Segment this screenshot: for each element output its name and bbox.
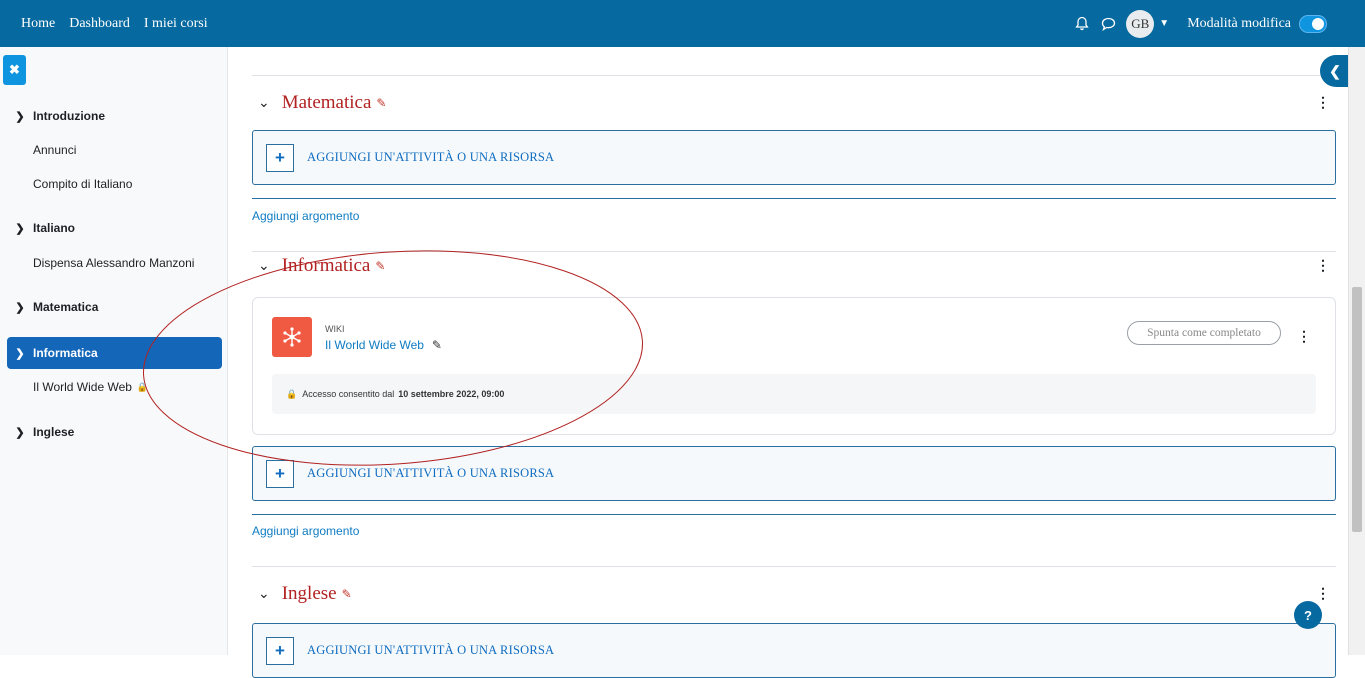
mark-complete-button[interactable]: Spunta come completato	[1127, 321, 1281, 345]
help-button[interactable]: ?	[1294, 601, 1322, 629]
access-restriction: 🔒 Accesso consentito dal 10 settembre 20…	[272, 374, 1316, 414]
add-activity-label: AGGIUNGI UN'ATTIVITÀ O UNA RISORSA	[307, 643, 555, 657]
chevron-down-icon[interactable]: ❯	[7, 426, 33, 439]
edit-mode-label: Modalità modifica	[1187, 15, 1291, 31]
question-icon: ?	[1304, 607, 1312, 623]
lock-icon: 🔒	[136, 381, 149, 392]
restriction-date: 10 settembre 2022, 09:00	[398, 389, 505, 399]
section-divider	[252, 198, 1336, 199]
drawer-section-matematica[interactable]: ❯ Matematica	[7, 291, 222, 323]
plus-icon: +	[266, 636, 294, 665]
course-content: ⌄ Matematica ✎ ⋮ + AGGIUNGI UN'ATTIVITÀ …	[228, 47, 1348, 678]
chevron-down-icon[interactable]: ⌄	[258, 258, 270, 274]
nav-home-link[interactable]: Home	[21, 16, 55, 32]
drawer-item-compito-italiano[interactable]: Compito di Italiano	[7, 168, 222, 200]
activity-card-wiki: WIKI Il World Wide Web ✎ Spunta come com…	[252, 297, 1336, 435]
chevron-left-icon: ❮	[1329, 62, 1341, 79]
page-scrollbar[interactable]	[1348, 47, 1365, 655]
course-index-drawer: ✖ ❯ Introduzione Annunci Compito di Ital…	[0, 47, 228, 655]
section-header-matematica: ⌄ Matematica ✎	[258, 92, 386, 114]
pencil-icon[interactable]: ✎	[376, 96, 386, 111]
drawer-item-label: Italiano	[33, 221, 76, 235]
pencil-icon[interactable]: ✎	[342, 587, 352, 602]
drawer-item-dispensa-manzoni[interactable]: Dispensa Alessandro Manzoni	[7, 247, 222, 279]
drawer-item-label: Matematica	[33, 300, 99, 314]
drawer-section-italiano[interactable]: ❯ Italiano	[7, 212, 222, 244]
add-activity-label: AGGIUNGI UN'ATTIVITÀ O UNA RISORSA	[307, 150, 555, 164]
open-right-drawer-button[interactable]: ❮	[1320, 55, 1350, 87]
avatar[interactable]: GB	[1126, 9, 1155, 38]
drawer-item-label: Dispensa Alessandro Manzoni	[33, 256, 195, 270]
edit-mode-toggle[interactable]	[1299, 14, 1327, 33]
drawer-item-label: Il World Wide Web	[33, 380, 132, 394]
drawer-item-label: Annunci	[33, 143, 77, 157]
primary-nav: Home Dashboard I miei corsi	[14, 0, 215, 47]
pencil-icon[interactable]: ✎	[432, 338, 442, 352]
section-title[interactable]: Informatica	[282, 255, 371, 277]
drawer-section-introduzione[interactable]: ❯ Introduzione	[7, 100, 222, 132]
drawer-item-label: Introduzione	[33, 109, 105, 123]
close-drawer-button[interactable]: ✖	[3, 55, 26, 85]
add-activity-button[interactable]: + AGGIUNGI UN'ATTIVITÀ O UNA RISORSA	[252, 446, 1336, 501]
drawer-section-inglese[interactable]: ❯ Inglese	[7, 416, 222, 448]
wiki-icon[interactable]	[272, 317, 312, 357]
drawer-item-annunci[interactable]: Annunci	[7, 134, 222, 166]
activity-link[interactable]: Il World Wide Web	[325, 338, 424, 352]
add-activity-button[interactable]: + AGGIUNGI UN'ATTIVITÀ O UNA RISORSA	[252, 130, 1336, 185]
section-header-inglese: ⌄ Inglese ✎	[258, 583, 352, 605]
section-divider	[252, 566, 1336, 567]
section-menu-kebab-icon[interactable]: ⋮	[1316, 94, 1330, 111]
section-menu-kebab-icon[interactable]: ⋮	[1316, 257, 1330, 274]
chevron-down-icon[interactable]: ❯	[7, 301, 33, 314]
bell-icon[interactable]	[1075, 16, 1089, 31]
section-divider	[252, 251, 1336, 252]
close-icon: ✖	[9, 62, 20, 77]
add-topic-link[interactable]: Aggiungi argomento	[252, 524, 359, 538]
chat-bubble-icon[interactable]	[1101, 17, 1116, 31]
section-divider	[252, 514, 1336, 515]
chevron-down-icon[interactable]: ❯	[7, 110, 33, 123]
chevron-down-icon[interactable]: ❯	[7, 222, 33, 235]
section-title[interactable]: Inglese	[282, 583, 337, 605]
chevron-down-icon[interactable]: ▼	[1159, 18, 1169, 29]
activity-menu-kebab-icon[interactable]: ⋮	[1297, 328, 1311, 345]
user-nav: GB ▼ Modalità modifica	[1069, 0, 1327, 47]
pencil-icon[interactable]: ✎	[375, 259, 385, 274]
chevron-down-icon[interactable]: ⌄	[258, 95, 270, 111]
activity-name: Il World Wide Web ✎	[325, 338, 442, 352]
scrollbar-thumb[interactable]	[1352, 287, 1362, 532]
add-activity-button[interactable]: + AGGIUNGI UN'ATTIVITÀ O UNA RISORSA	[252, 623, 1336, 678]
drawer-item-world-wide-web[interactable]: Il World Wide Web 🔒	[7, 371, 222, 403]
chevron-down-icon[interactable]: ⌄	[258, 586, 270, 602]
section-title[interactable]: Matematica	[282, 92, 372, 114]
plus-icon: +	[266, 143, 294, 172]
drawer-item-label: Informatica	[33, 346, 98, 360]
add-topic-link[interactable]: Aggiungi argomento	[252, 209, 359, 223]
chevron-down-icon[interactable]: ❯	[7, 347, 33, 360]
drawer-section-informatica[interactable]: ❯ Informatica	[7, 337, 222, 369]
drawer-item-label: Inglese	[33, 425, 75, 439]
nav-my-courses-link[interactable]: I miei corsi	[144, 16, 208, 32]
plus-icon: +	[266, 459, 294, 488]
section-header-informatica: ⌄ Informatica ✎	[258, 255, 385, 277]
nav-dashboard-link[interactable]: Dashboard	[69, 16, 130, 32]
drawer-item-label: Compito di Italiano	[33, 177, 133, 191]
section-menu-kebab-icon[interactable]: ⋮	[1316, 585, 1330, 602]
activity-type-label: WIKI	[325, 324, 345, 334]
section-divider	[252, 75, 1336, 76]
restriction-text: Accesso consentito dal	[302, 389, 395, 399]
lock-icon: 🔒	[286, 388, 298, 399]
add-activity-label: AGGIUNGI UN'ATTIVITÀ O UNA RISORSA	[307, 466, 555, 480]
top-navbar: Home Dashboard I miei corsi GB ▼ Modalit…	[0, 0, 1365, 47]
